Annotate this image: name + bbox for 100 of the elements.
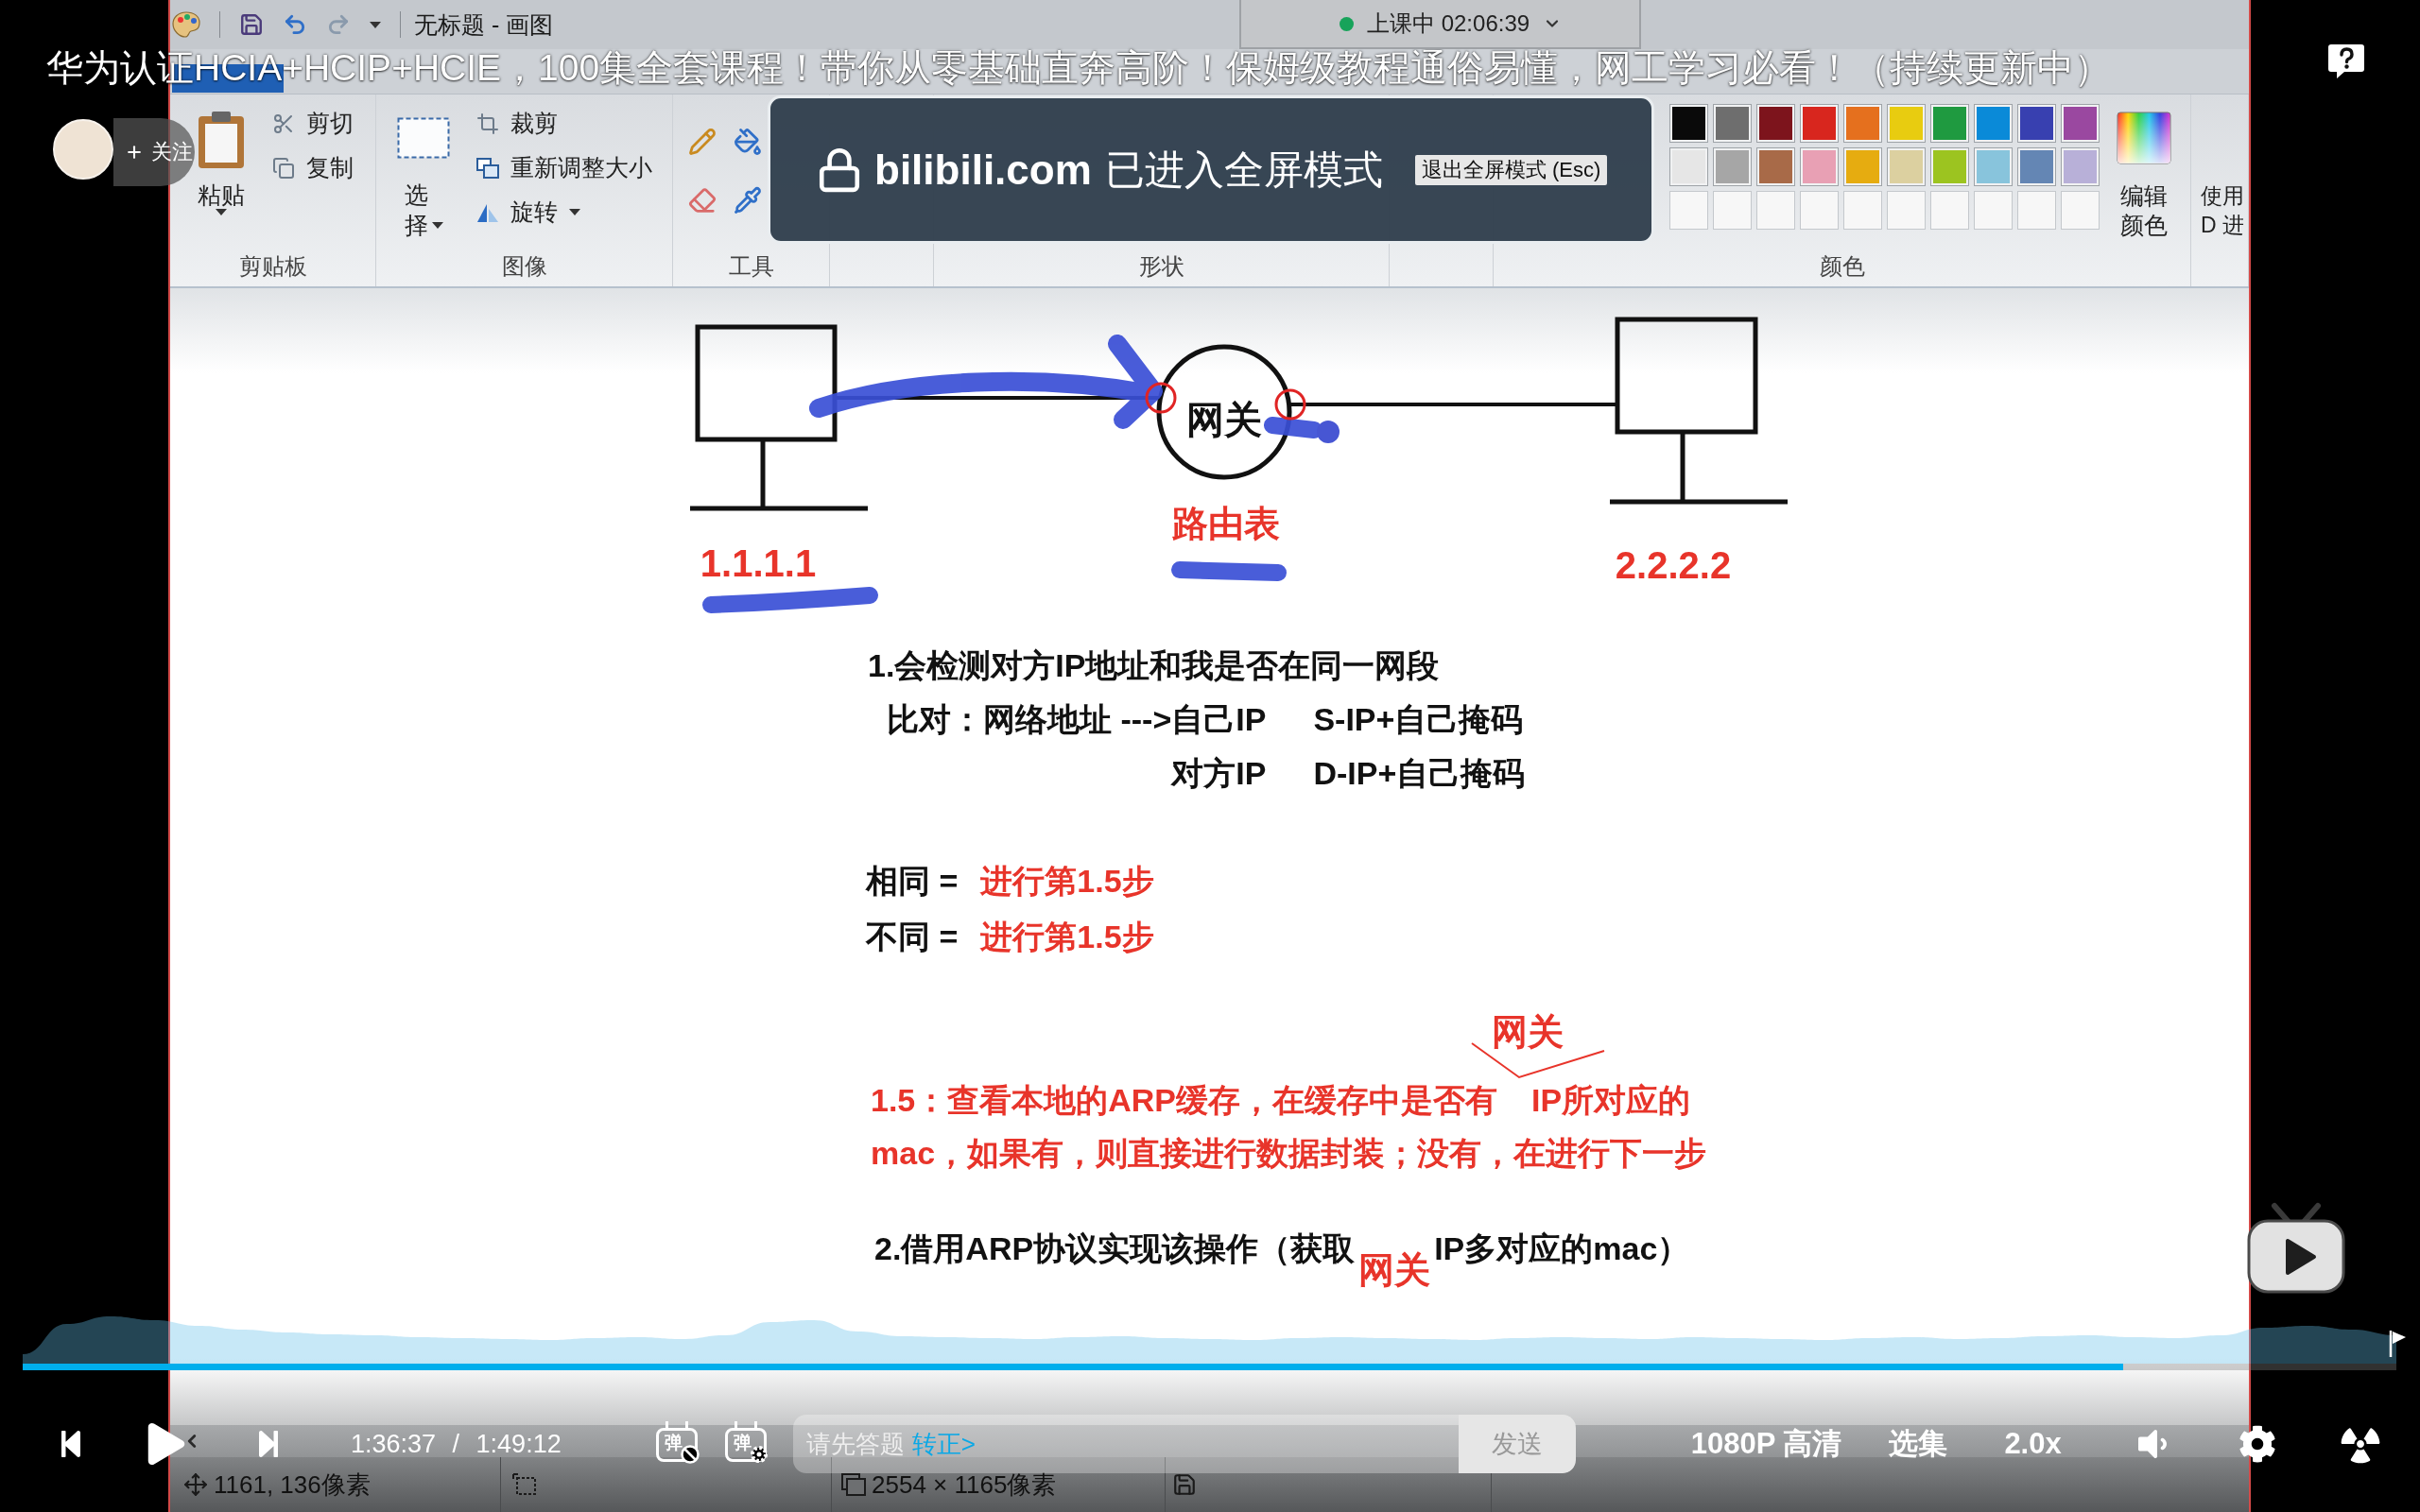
save-icon[interactable] — [239, 12, 264, 37]
color-swatch[interactable] — [1669, 147, 1708, 186]
plus-icon — [125, 143, 144, 162]
tv-play-icon[interactable] — [2246, 1200, 2346, 1295]
ip-address-label: 1.1.1.1 — [700, 542, 817, 584]
pencil-icon[interactable] — [688, 128, 717, 156]
step-text: 1.5：查看本地的ARP缓存，在缓存中是否有 — [871, 1081, 1498, 1120]
redo-icon[interactable] — [326, 12, 351, 37]
copy-button[interactable]: 复制 — [272, 152, 354, 183]
group-label: 图像 — [501, 252, 547, 281]
empty-color-slot[interactable] — [2017, 191, 2056, 230]
color-swatch[interactable] — [2017, 147, 2056, 186]
crop-icon — [476, 112, 499, 135]
follow-button[interactable]: 关注 — [113, 118, 195, 186]
comparison-text: 比对：网络地址 --->自己IP — [887, 700, 1267, 739]
port-marker-icon — [1274, 388, 1306, 421]
color-swatch[interactable] — [1974, 104, 2013, 143]
cut-button[interactable]: 剪切 — [272, 108, 354, 139]
empty-color-slot[interactable] — [1713, 191, 1752, 230]
color-swatch[interactable] — [1887, 104, 1926, 143]
select-button[interactable]: 选择 — [395, 94, 452, 240]
action-text: 进行第1.5步 — [980, 862, 1154, 901]
exit-fullscreen-button[interactable]: 退出全屏模式 (Esc) — [1414, 154, 1608, 185]
color-swatch[interactable] — [2017, 104, 2056, 143]
resize-icon — [476, 157, 499, 179]
horizontal-scrollbar[interactable] — [170, 1425, 2249, 1457]
node-label: 网关 — [1186, 399, 1262, 440]
empty-color-slot[interactable] — [1974, 191, 2013, 230]
caret-icon — [569, 209, 580, 215]
group-label: 颜色 — [1819, 252, 1865, 281]
comparison-text: D-IP+自己掩码 — [1313, 754, 1526, 793]
group-label: 工具 — [728, 252, 774, 281]
palette-icon[interactable] — [172, 11, 200, 38]
color-swatch[interactable] — [1713, 104, 1752, 143]
avatar[interactable] — [53, 119, 113, 180]
help-icon[interactable] — [2327, 43, 2365, 79]
empty-color-slot[interactable] — [1930, 191, 1969, 230]
scissors-icon — [272, 112, 295, 135]
edit-colors-button[interactable]: 编辑颜色 — [2115, 94, 2173, 240]
paint-3d-button[interactable]: 使用 D 进 — [2191, 94, 2244, 240]
color-swatch[interactable] — [1713, 147, 1752, 186]
comparison-text: S-IP+自己掩码 — [1313, 700, 1525, 739]
resize-button[interactable]: 重新调整大小 — [476, 152, 652, 183]
empty-color-slot[interactable] — [1800, 191, 1839, 230]
crop-button[interactable]: 裁剪 — [476, 108, 652, 139]
group-label: 形状 — [1138, 252, 1184, 281]
port-marker-icon — [1145, 382, 1177, 414]
color-swatch[interactable] — [1669, 104, 1708, 143]
dashed-rectangle-icon — [397, 117, 450, 159]
color-swatch[interactable] — [1800, 147, 1839, 186]
caret-icon — [431, 222, 443, 229]
step-text: 1.会检测对方IP地址和我是否在同一网段 — [868, 646, 1440, 685]
status-dropdown[interactable]: 上课中 02:06:39 — [1239, 0, 1641, 49]
canvas-size: 2554 × 1165像素 — [872, 1469, 1057, 1501]
rotate-button[interactable]: 旋转 — [476, 197, 652, 228]
color-swatch[interactable] — [1843, 104, 1882, 143]
pipette-icon[interactable] — [734, 186, 762, 215]
color-swatch[interactable] — [1843, 147, 1882, 186]
play-icon[interactable] — [146, 1423, 187, 1465]
paste-button[interactable]: 粘贴 — [197, 94, 246, 215]
color-swatch[interactable] — [2061, 147, 2100, 186]
empty-color-slot[interactable] — [2061, 191, 2100, 230]
paint-bucket-icon[interactable] — [734, 128, 762, 156]
color-spectrum-icon — [2117, 112, 2171, 164]
empty-color-slot[interactable] — [1756, 191, 1795, 230]
color-swatch[interactable] — [1800, 104, 1839, 143]
cursor-position: 1161, 136像素 — [214, 1469, 371, 1501]
move-icon — [183, 1472, 208, 1497]
status-dot-icon — [1340, 16, 1354, 31]
empty-color-slot[interactable] — [1669, 191, 1708, 230]
notice-text: 已进入全屏模式 — [1104, 146, 1383, 194]
empty-color-slot[interactable] — [1843, 191, 1882, 230]
step-text: IP所对应的 — [1531, 1081, 1691, 1120]
step-text: mac，如果有，则直接进行数据封装；没有，在进行下一步 — [871, 1134, 1707, 1173]
gateway-note: 路由表 — [1172, 504, 1280, 543]
action-text: 进行第1.5步 — [980, 918, 1154, 956]
selection-icon — [512, 1473, 537, 1496]
color-swatch[interactable] — [1974, 147, 2013, 186]
empty-color-slot[interactable] — [1887, 191, 1926, 230]
color-swatch[interactable] — [1887, 147, 1926, 186]
settings-icon[interactable] — [2238, 1425, 2276, 1463]
danmaku-input[interactable]: 请先答题 — [805, 1429, 908, 1459]
copy-icon — [272, 156, 295, 180]
undo-icon[interactable] — [283, 12, 307, 37]
color-swatch[interactable] — [1930, 147, 1969, 186]
annotation-text: 网关 — [1492, 1014, 1564, 1050]
group-label: 剪贴板 — [238, 252, 307, 281]
ip-address-label: 2.2.2.2 — [1615, 544, 1732, 586]
color-swatch[interactable] — [1756, 104, 1795, 143]
color-swatch[interactable] — [1930, 104, 1969, 143]
color-swatch[interactable] — [1756, 147, 1795, 186]
color-swatch[interactable] — [2061, 104, 2100, 143]
condition-text: 相同 = — [866, 862, 959, 901]
step-text: 2.借用ARP协议实现该操作（获取 — [874, 1229, 1356, 1268]
site-name: bilibili.com — [874, 146, 1092, 194]
window-title: 无标题 - 画图 — [414, 9, 554, 40]
annotation-text: 网关 — [1358, 1252, 1431, 1288]
canvas-size-icon — [841, 1473, 866, 1496]
eraser-icon[interactable] — [688, 186, 717, 215]
comparison-text: 对方IP — [1171, 754, 1267, 793]
